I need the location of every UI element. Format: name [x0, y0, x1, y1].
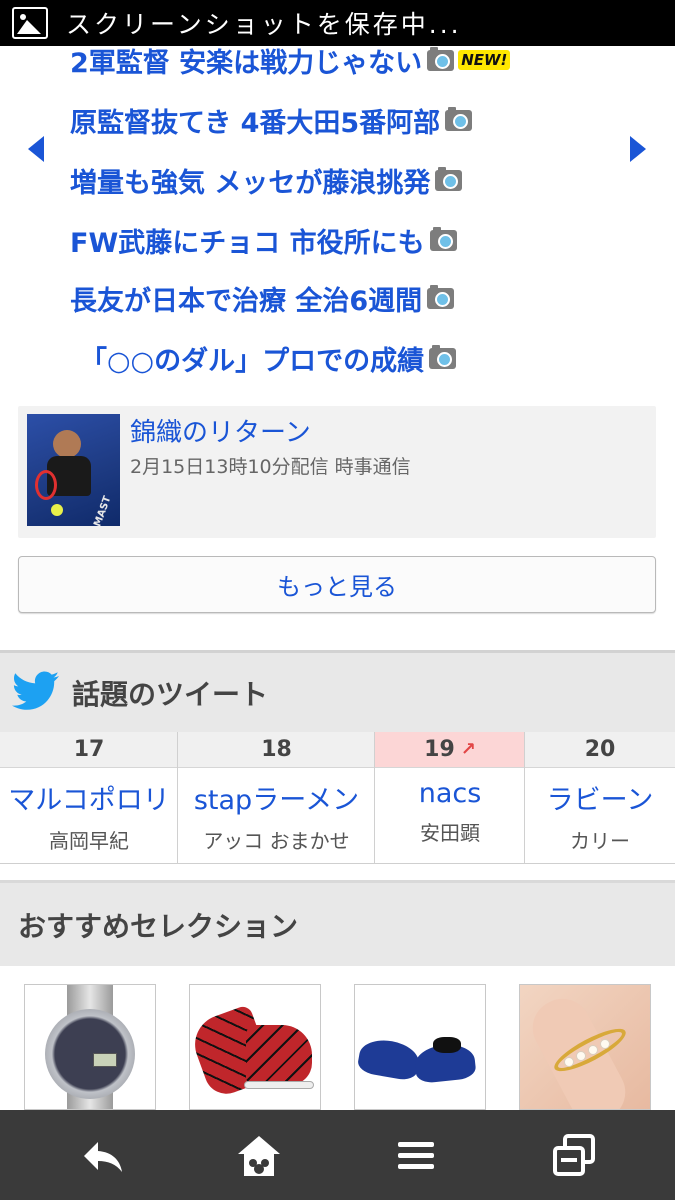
back-icon[interactable]: [78, 1132, 128, 1180]
tabs-icon[interactable]: [549, 1132, 599, 1180]
recommend-section-header: おすすめセレクション: [0, 880, 675, 966]
headline-link[interactable]: 2軍監督 安楽は戦力じゃない NEW!: [70, 38, 511, 82]
tweet-section-header: 話題のツイート: [0, 650, 675, 732]
tweet-rank-number: 19: [424, 737, 455, 762]
product-pearl-ring[interactable]: [519, 984, 651, 1110]
headline-link[interactable]: 原監督抜てき 4番大田5番阿部: [70, 98, 473, 142]
camera-icon: [427, 46, 455, 71]
camera-icon: [427, 284, 455, 309]
recommend-items: [0, 966, 675, 1110]
tweet-keyword: ラビーン: [546, 785, 654, 816]
tweet-rank: 17: [0, 732, 178, 768]
headline-link[interactable]: 増量も強気 メッセが藤浪挑発: [70, 158, 463, 202]
tweet-rank: 20: [525, 732, 675, 768]
tweet-keyword: nacs: [418, 778, 482, 809]
menu-icon[interactable]: [391, 1132, 441, 1180]
headline-text: 2軍監督 安楽は戦力じゃない: [70, 47, 423, 79]
product-red-slip-on-shoes[interactable]: [189, 984, 321, 1110]
headline-text: FW武藤にチョコ 市役所にも: [70, 227, 425, 259]
headline-link[interactable]: FW武藤にチョコ 市役所にも: [70, 218, 457, 262]
tweet-related: カリー: [570, 829, 630, 853]
tweet-keyword: stapラーメン: [193, 785, 360, 816]
tweet-related: 高岡早紀: [49, 829, 129, 853]
twitter-bird-icon: [12, 671, 60, 710]
tweet-keyword: マルコポロリ: [8, 785, 170, 816]
product-navy-ballet-flats[interactable]: [354, 984, 486, 1110]
headline-link[interactable]: 長友が日本で治療 全治6週間: [70, 276, 455, 320]
trend-up-icon: ↗: [460, 739, 476, 760]
prev-arrow-icon[interactable]: [28, 136, 44, 162]
status-text: スクリーンショットを保存中...: [66, 10, 462, 39]
tweet-rank: 18: [178, 732, 375, 768]
news-list: 2軍監督 安楽は戦力じゃない NEW! 原監督抜てき 4番大田5番阿部 増量も強…: [0, 46, 675, 396]
image-icon: [12, 7, 48, 39]
headline-text: 長友が日本で治療 全治6週間: [70, 285, 423, 317]
tweet-related: 安田顕: [420, 821, 480, 845]
home-icon[interactable]: [234, 1132, 284, 1180]
headline-text: 原監督抜てき 4番大田5番阿部: [70, 107, 441, 139]
tweet-rank: 19 ↗: [375, 732, 525, 768]
more-button[interactable]: もっと見る: [18, 556, 656, 613]
headline-text: 「○○のダル」プロでの成績: [80, 345, 425, 377]
tweet-item[interactable]: 18 stapラーメン アッコ おまかせ: [177, 732, 375, 864]
camera-icon: [435, 166, 463, 191]
new-badge: NEW!: [458, 50, 511, 70]
headline-text: 増量も強気 メッセが藤浪挑発: [70, 167, 431, 199]
next-arrow-icon[interactable]: [630, 136, 646, 162]
tweet-item[interactable]: 19 ↗ nacs 安田顕: [374, 732, 525, 864]
tweet-related: アッコ おまかせ: [203, 829, 350, 853]
feature-article[interactable]: MAST 錦織のリターン 2月15日13時10分配信 時事通信: [18, 406, 656, 538]
camera-icon: [429, 226, 457, 251]
feature-thumbnail: MAST: [27, 414, 120, 526]
headline-link[interactable]: 「○○のダル」プロでの成績: [80, 336, 457, 380]
tweet-ranking: 17 マルコポロリ 高岡早紀 18 stapラーメン アッコ おまかせ 19 ↗…: [0, 732, 675, 864]
product-watch[interactable]: [24, 984, 156, 1110]
camera-icon: [445, 106, 473, 131]
camera-icon: [429, 344, 457, 369]
tweet-item[interactable]: 20 ラビーン カリー: [524, 732, 675, 864]
tweet-section-title: 話題のツイート: [72, 678, 269, 711]
feature-title: 錦織のリターン: [130, 418, 311, 448]
feature-meta: 2月15日13時10分配信 時事通信: [130, 456, 411, 478]
tweet-item[interactable]: 17 マルコポロリ 高岡早紀: [0, 732, 178, 864]
bottom-nav-bar: [0, 1110, 675, 1200]
recommend-section-title: おすすめセレクション: [18, 910, 299, 943]
